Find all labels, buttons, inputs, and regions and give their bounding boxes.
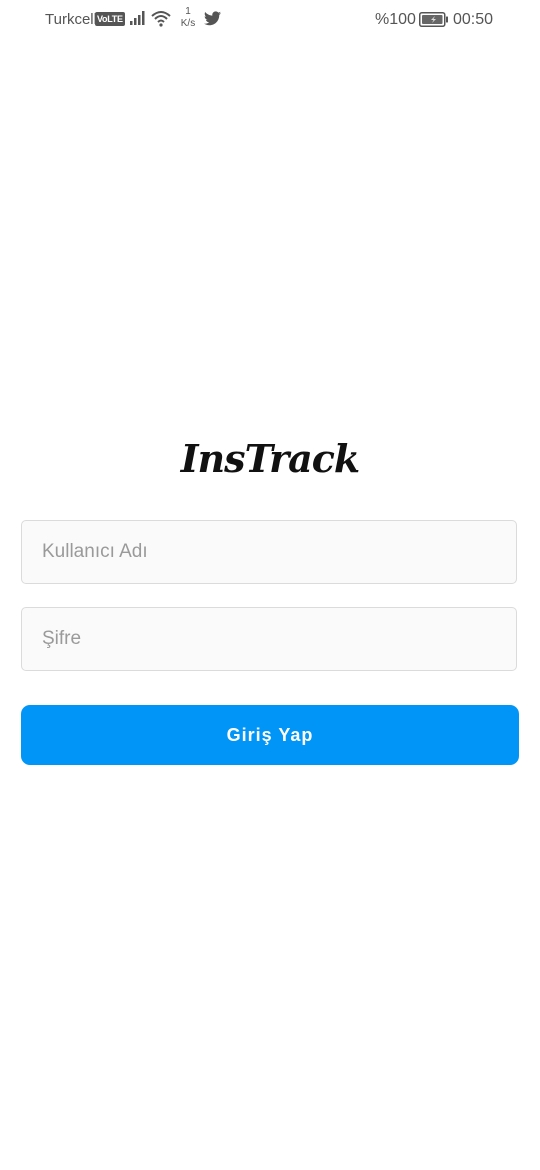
signal-icon bbox=[130, 11, 147, 30]
network-speed-unit: K/s bbox=[180, 18, 196, 29]
username-field[interactable] bbox=[21, 520, 517, 584]
twitter-icon bbox=[204, 11, 221, 31]
clock: 00:50 bbox=[453, 11, 494, 28]
status-bar: Turkcell VoLTE 1 K/s %100 00:50 bbox=[0, 0, 540, 40]
wifi-icon bbox=[151, 10, 171, 32]
app-logo: InsTrack bbox=[180, 436, 360, 481]
network-speed-value: 1 bbox=[185, 6, 191, 17]
carrier-name: Turkcell bbox=[45, 11, 97, 28]
battery-percentage: %100 bbox=[375, 11, 416, 28]
password-field[interactable] bbox=[21, 607, 517, 671]
battery-icon bbox=[419, 12, 449, 32]
network-speed: 1 K/s bbox=[178, 6, 198, 30]
volte-badge: VoLTE bbox=[95, 12, 125, 26]
login-button[interactable]: Giriş Yap bbox=[21, 705, 519, 765]
login-screen: Turkcell VoLTE 1 K/s %100 00:50 InsTrack… bbox=[0, 0, 540, 1170]
